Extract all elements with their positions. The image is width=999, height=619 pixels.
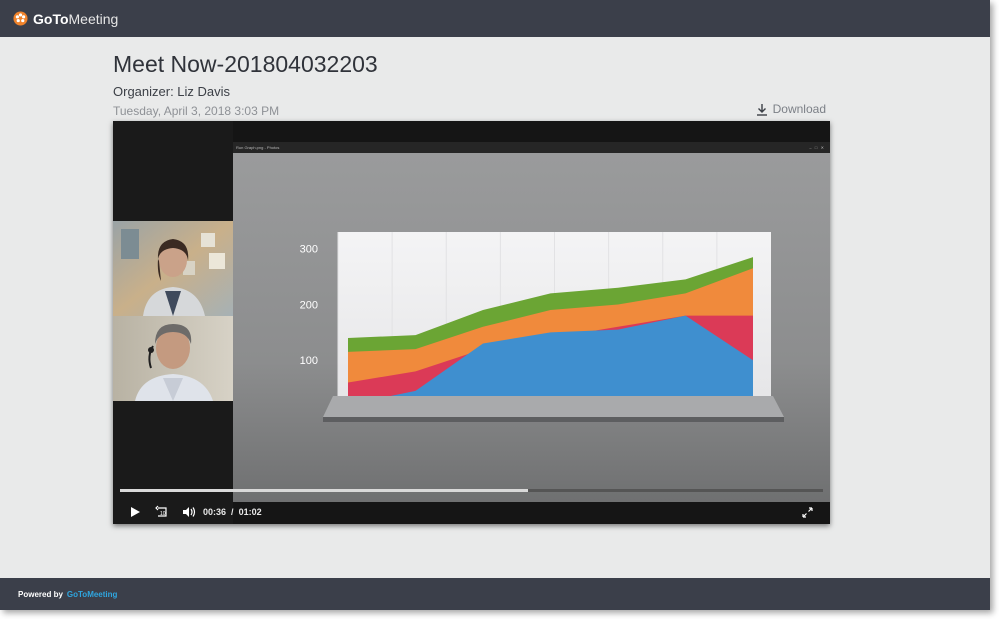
rewind-10-icon: 10 xyxy=(155,505,167,517)
svg-text:10: 10 xyxy=(160,511,166,517)
video-player[interactable]: Run Graph.png - Photos – □ ✕ 100 200 300… xyxy=(113,121,830,524)
gotomeeting-logo[interactable]: GoToMeeting xyxy=(13,11,118,27)
webcam-participant-man xyxy=(113,316,233,401)
play-button[interactable] xyxy=(129,500,141,524)
download-button[interactable]: Download xyxy=(756,102,826,116)
shared-window-title: Run Graph.png - Photos xyxy=(236,145,280,150)
y-tick-label: 200 xyxy=(300,299,318,311)
chart-base-shelf xyxy=(323,417,784,422)
area-chart: 100 200 300 xyxy=(233,153,830,502)
top-bar: GoToMeeting xyxy=(0,0,990,37)
webcam-participant-woman xyxy=(113,221,233,316)
current-time: 00:36 xyxy=(203,507,227,517)
seek-bar-progress xyxy=(120,489,528,492)
organizer-label: Organizer: Liz Davis xyxy=(113,84,231,99)
seek-bar[interactable] xyxy=(120,489,823,492)
download-icon xyxy=(756,103,767,116)
fullscreen-button[interactable] xyxy=(802,500,813,524)
gotomeeting-logo-icon xyxy=(13,11,28,26)
y-tick-label: 100 xyxy=(300,355,318,367)
app-frame: GoToMeeting Meet Now-201804032203 Organi… xyxy=(0,0,990,610)
rewind-10-button[interactable]: 10 xyxy=(155,500,169,524)
volume-icon xyxy=(183,507,196,517)
powered-by-label: Powered by xyxy=(18,589,63,599)
meeting-title: Meet Now-201804032203 xyxy=(113,51,378,77)
window-buttons: – □ ✕ xyxy=(809,145,824,150)
download-label: Download xyxy=(772,102,826,116)
time-display: 00:36 / 01:02 xyxy=(203,500,262,524)
meeting-datetime: Tuesday, April 3, 2018 3:03 PM xyxy=(113,104,280,118)
footer: Powered by GoToMeeting xyxy=(0,578,990,610)
y-tick-label: 300 xyxy=(300,244,318,256)
time-separator: / xyxy=(231,507,234,517)
gotomeeting-footer-link[interactable]: GoToMeeting xyxy=(67,590,118,599)
play-icon xyxy=(131,507,140,517)
duration: 01:02 xyxy=(238,507,262,517)
player-controls: 10 00:36 / 01:02 xyxy=(113,500,830,524)
shared-screen: Run Graph.png - Photos – □ ✕ 100 200 300 xyxy=(233,142,830,502)
logo-text-goto: GoTo xyxy=(33,10,69,27)
logo-text-meeting: Meeting xyxy=(68,10,119,27)
shared-window-titlebar: Run Graph.png - Photos – □ ✕ xyxy=(233,142,830,153)
fullscreen-icon xyxy=(802,506,813,518)
volume-button[interactable] xyxy=(182,500,196,524)
